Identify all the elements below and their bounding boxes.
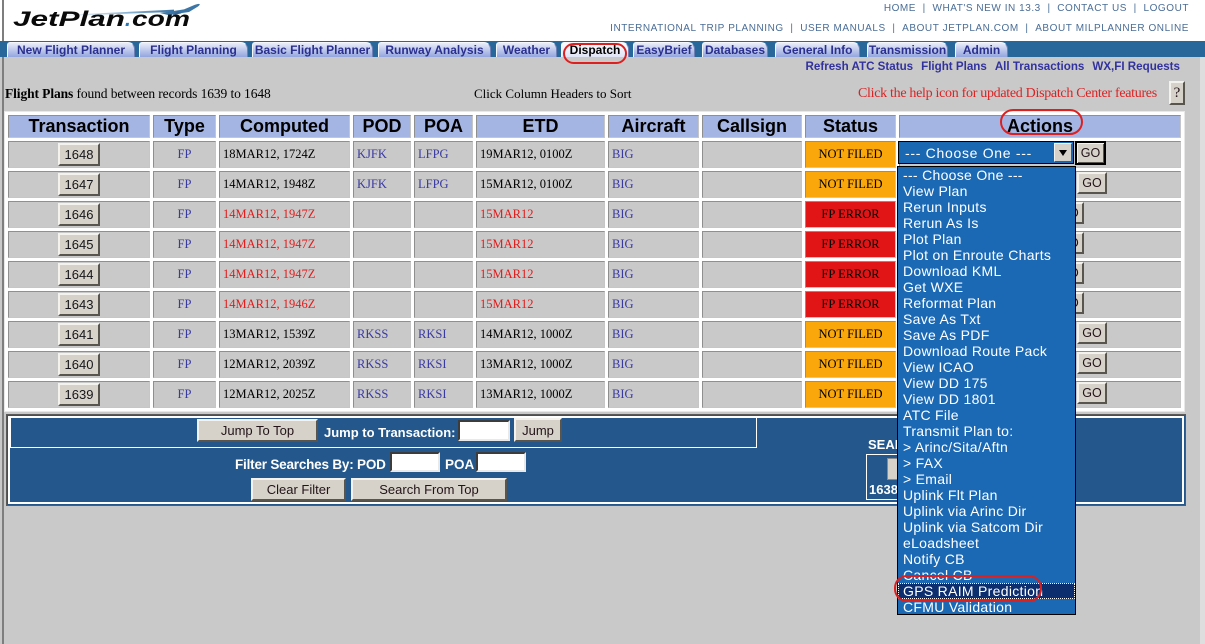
svg-text:com: com <box>132 8 190 31</box>
svg-text:.: . <box>125 8 131 31</box>
svg-text:JetPlan: JetPlan <box>13 8 125 31</box>
